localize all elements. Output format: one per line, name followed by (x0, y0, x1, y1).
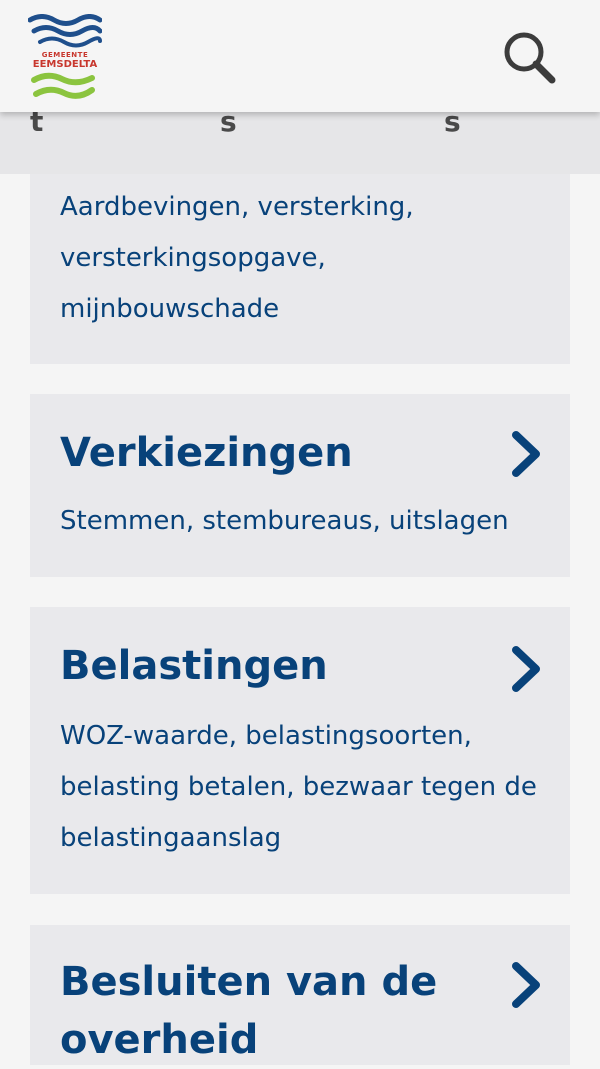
tab-peek-text[interactable]: s (220, 108, 237, 136)
tab-peek-text[interactable]: s (444, 108, 461, 136)
card-description: Stemmen, stembureaus, uitslagen (60, 506, 509, 536)
card-besluiten[interactable]: Besluiten van de overheid (30, 925, 570, 1065)
site-header: GEMEENTE EEMSDELTA (0, 0, 600, 112)
search-icon (504, 32, 556, 84)
card-title: Belastingen (60, 643, 328, 689)
chevron-right-icon (512, 962, 540, 1008)
search-button[interactable] (500, 28, 558, 86)
chevron-right-icon (512, 431, 540, 477)
tab-peek-text[interactable]: t (30, 108, 43, 136)
chevron-right-icon (512, 646, 540, 692)
logo-main-text: EEMSDELTA (32, 59, 98, 70)
card-belastingen[interactable]: Belastingen WOZ-waarde, belastingsoorten… (30, 607, 570, 894)
card-aardbevingen[interactable]: Aardbevingen, versterking, versterkingso… (30, 174, 570, 364)
eemsdelta-logo[interactable]: GEMEENTE EEMSDELTA (27, 14, 103, 100)
card-title: Besluiten van de overheid (60, 959, 438, 1063)
category-tab-strip: t s s (0, 108, 600, 174)
logo-top-text: GEMEENTE (41, 51, 89, 59)
card-title: Verkiezingen (60, 430, 353, 476)
card-verkiezingen[interactable]: Verkiezingen Stemmen, stembureaus, uitsl… (30, 394, 570, 577)
card-description: Aardbevingen, versterking, versterkingso… (60, 192, 414, 324)
card-description: WOZ-waarde, belastingsoorten, belasting … (60, 721, 537, 853)
